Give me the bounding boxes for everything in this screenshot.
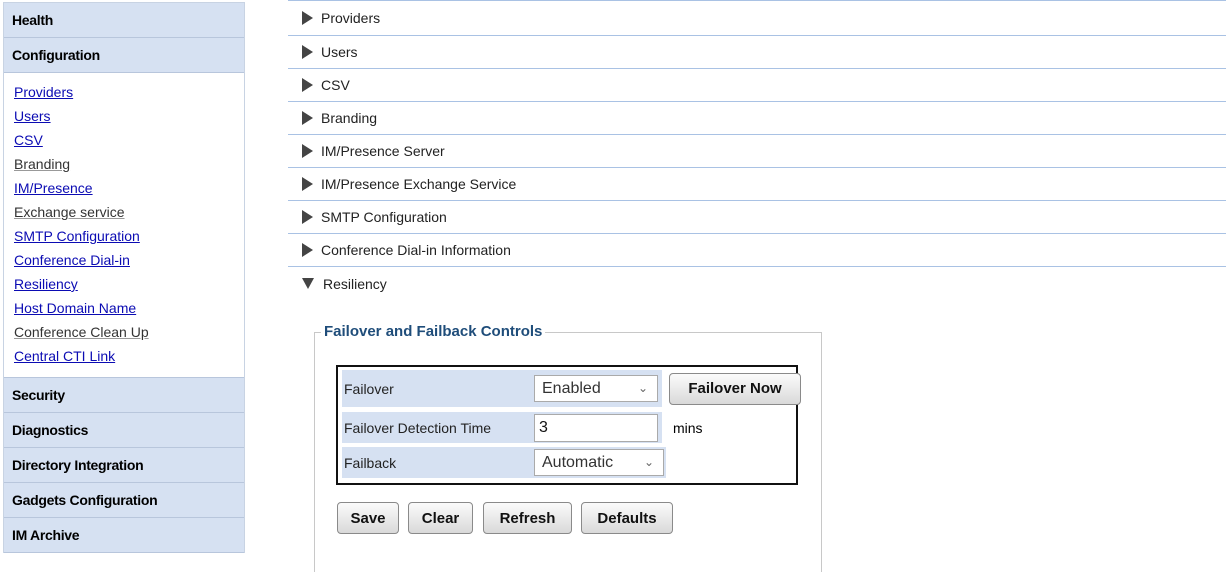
- accordion-label: Conference Dial-in Information: [321, 242, 511, 258]
- detection-time-unit: mins: [673, 419, 703, 436]
- failback-select[interactable]: Automatic ⌄: [534, 449, 664, 476]
- sidebar-link-csv[interactable]: CSV: [14, 128, 244, 152]
- sidebar-section-gadgets-configuration[interactable]: Gadgets Configuration: [4, 483, 244, 518]
- accordion-label: CSV: [321, 77, 350, 93]
- accordion-row-smtp-configuration[interactable]: SMTP Configuration: [288, 201, 1226, 234]
- triangle-right-icon: [302, 78, 313, 92]
- chevron-down-icon: ⌄: [643, 455, 654, 469]
- failover-select-value: Enabled: [542, 379, 601, 397]
- failover-select[interactable]: Enabled ⌄: [534, 375, 658, 402]
- configuration-links: Providers Users CSV Branding IM/Presence Exch…: [4, 73, 244, 378]
- accordion-label: Users: [321, 44, 358, 60]
- sidebar-link-central-cti-link[interactable]: Central CTI Link: [14, 344, 244, 368]
- sidebar-section-security[interactable]: Security: [4, 378, 244, 413]
- triangle-right-icon: [302, 111, 313, 125]
- accordion-row-im-presence-exchange-service[interactable]: IM/Presence Exchange Service: [288, 168, 1226, 201]
- accordion-label: IM/Presence Exchange Service: [321, 176, 517, 192]
- accordion-row-branding[interactable]: Branding: [288, 102, 1226, 135]
- triangle-right-icon: [302, 11, 313, 25]
- triangle-right-icon: [302, 45, 313, 59]
- failover-fieldset: Failover and Failback Controls Failover …: [314, 323, 822, 572]
- sidebar-section-directory-integration[interactable]: Directory Integration: [4, 448, 244, 483]
- failover-controls-box: Failover Enabled ⌄ Failover Now Failover…: [336, 365, 801, 485]
- detection-time-input[interactable]: 3: [534, 413, 658, 442]
- sidebar-section-configuration[interactable]: Configuration: [4, 38, 244, 73]
- sidebar-section-health[interactable]: Health: [4, 3, 244, 38]
- chevron-down-icon: ⌄: [637, 381, 648, 395]
- accordion-label: SMTP Configuration: [321, 209, 447, 225]
- sidebar-link-providers[interactable]: Providers: [14, 80, 244, 104]
- triangle-right-icon: [302, 144, 313, 158]
- accordion-row-csv[interactable]: CSV: [288, 69, 1226, 102]
- detection-time-label: Failover Detection Time: [342, 412, 532, 443]
- sidebar-link-conference-clean-up[interactable]: Conference Clean Up: [14, 320, 244, 344]
- accordion-row-providers[interactable]: Providers: [288, 0, 1226, 36]
- sidebar-section-diagnostics[interactable]: Diagnostics: [4, 413, 244, 448]
- sidebar-section-im-archive[interactable]: IM Archive: [4, 518, 244, 553]
- failover-label: Failover: [342, 370, 532, 407]
- config-accordion: Providers Users CSV Branding IM/Presence Ser…: [288, 0, 1226, 300]
- triangle-down-icon: [302, 278, 314, 289]
- accordion-row-resiliency[interactable]: Resiliency: [288, 267, 1226, 300]
- failover-now-button[interactable]: Failover Now: [669, 372, 801, 405]
- accordion-row-im-presence-server[interactable]: IM/Presence Server: [288, 135, 1226, 168]
- accordion-label: IM/Presence Server: [321, 143, 445, 159]
- sidebar-link-host-domain-name[interactable]: Host Domain Name: [14, 296, 244, 320]
- sidebar-link-branding[interactable]: Branding: [14, 152, 244, 176]
- clear-button[interactable]: Clear: [408, 502, 473, 534]
- sidebar-nav: Health Configuration Providers Users CSV Br…: [3, 2, 245, 553]
- sidebar-link-resiliency[interactable]: Resiliency: [14, 272, 244, 296]
- save-button[interactable]: Save: [337, 502, 399, 534]
- triangle-right-icon: [302, 243, 313, 257]
- fieldset-legend: Failover and Failback Controls: [321, 323, 546, 340]
- accordion-label: Providers: [321, 10, 381, 26]
- triangle-right-icon: [302, 177, 313, 191]
- sidebar-link-im-presence[interactable]: IM/Presence: [14, 176, 244, 200]
- triangle-right-icon: [302, 210, 313, 224]
- sidebar-link-exchange-service[interactable]: Exchange service: [14, 200, 244, 224]
- accordion-label: Branding: [321, 110, 378, 126]
- sidebar-link-users[interactable]: Users: [14, 104, 244, 128]
- sidebar-link-smtp-configuration[interactable]: SMTP Configuration: [14, 224, 244, 248]
- defaults-button[interactable]: Defaults: [581, 502, 673, 534]
- failback-label: Failback: [342, 447, 532, 478]
- accordion-label: Resiliency: [323, 275, 387, 292]
- accordion-row-users[interactable]: Users: [288, 36, 1226, 69]
- failback-select-value: Automatic: [542, 453, 614, 471]
- accordion-row-conference-dial-in-information[interactable]: Conference Dial-in Information: [288, 234, 1226, 267]
- sidebar-link-conference-dial-in[interactable]: Conference Dial-in: [14, 248, 244, 272]
- refresh-button[interactable]: Refresh: [483, 502, 572, 534]
